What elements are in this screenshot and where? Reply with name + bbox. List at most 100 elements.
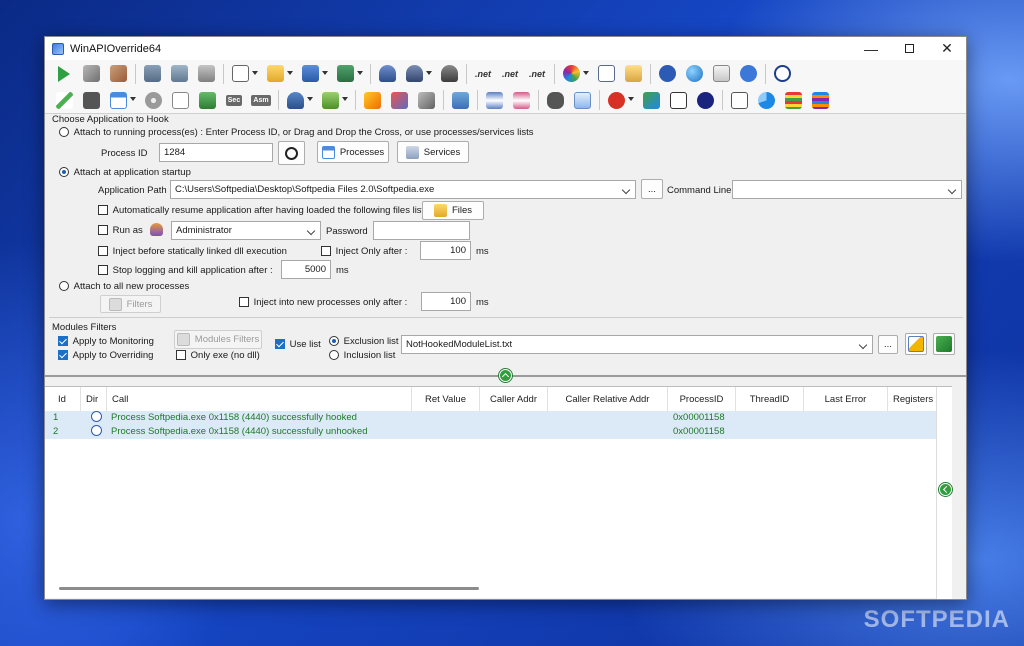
inject-new-only-after-checkbox[interactable] — [239, 297, 249, 308]
tree-button[interactable] — [196, 89, 218, 111]
moon-button[interactable] — [694, 89, 716, 111]
disk-button[interactable] — [142, 89, 164, 111]
people-button[interactable] — [284, 89, 313, 111]
files-button[interactable]: Files — [422, 201, 484, 220]
edit-button[interactable] — [622, 63, 644, 85]
column-header-thread-id[interactable]: ThreadID — [736, 387, 804, 411]
pie-button[interactable] — [755, 89, 777, 111]
monitor2-button[interactable] — [168, 63, 190, 85]
user-button[interactable] — [376, 63, 398, 85]
column-header-process-id[interactable]: ProcessID — [668, 387, 736, 411]
str-hex-button[interactable] — [640, 89, 662, 111]
cpp-button[interactable] — [667, 89, 689, 111]
attach-running-radio[interactable] — [59, 127, 69, 138]
horizontal-scrollbar[interactable] — [59, 587, 479, 590]
inclusion-list-option[interactable]: Inclusion list — [329, 350, 395, 361]
column-header-ret-value[interactable]: Ret Value — [412, 387, 480, 411]
bars2-button[interactable] — [809, 89, 831, 111]
process-id-field[interactable]: 1284 — [159, 143, 273, 162]
run-as-user-combo[interactable]: Administrator — [171, 221, 321, 240]
collapse-up-icon[interactable] — [499, 369, 512, 382]
auto-resume-checkbox[interactable] — [98, 205, 108, 216]
inclusion-list-radio[interactable] — [329, 350, 339, 361]
apply-overriding-checkbox[interactable] — [58, 350, 68, 361]
attach-all-option[interactable]: Attach to all new processes — [59, 281, 189, 292]
inject-new-only-after-field[interactable]: 100 — [421, 292, 471, 311]
maximize-button[interactable] — [890, 37, 928, 60]
filters-button[interactable]: Filters — [100, 295, 161, 313]
doc-button[interactable] — [571, 89, 593, 111]
services-button[interactable]: Services — [397, 141, 469, 163]
close-log-button[interactable] — [605, 89, 634, 111]
app-path-browse-button[interactable]: ... — [641, 179, 663, 199]
password-field[interactable] — [373, 221, 470, 240]
processes-button[interactable]: Processes — [317, 141, 389, 163]
start-button[interactable] — [53, 63, 75, 85]
cut-button[interactable] — [388, 89, 410, 111]
apply-overriding-option[interactable]: Apply to Overriding — [58, 350, 153, 361]
inject-only-after-checkbox[interactable] — [321, 246, 331, 257]
color-button[interactable] — [560, 63, 589, 85]
help-button[interactable] — [656, 63, 678, 85]
reload-list-button[interactable] — [933, 333, 955, 355]
save-button[interactable] — [299, 63, 328, 85]
drag-cross-button[interactable] — [278, 141, 305, 165]
column-header-registers-before[interactable]: Registers Befo — [888, 387, 936, 411]
file-button[interactable] — [169, 89, 191, 111]
wand-button[interactable] — [361, 89, 383, 111]
stop-logging-field[interactable]: 5000 — [281, 260, 331, 279]
column-header-id[interactable]: Id — [45, 387, 81, 411]
user3-button[interactable] — [438, 63, 460, 85]
attach-startup-radio[interactable] — [59, 167, 69, 178]
net-button-2[interactable]: .net — [499, 63, 521, 85]
close-window-button[interactable]: ✕ — [928, 37, 966, 60]
stop-logging-checkbox[interactable] — [98, 265, 108, 276]
mail-button[interactable] — [710, 63, 732, 85]
monitor-button[interactable] — [141, 63, 163, 85]
apply-monitoring-option[interactable]: Apply to Monitoring — [58, 336, 154, 347]
only-exe-checkbox[interactable] — [176, 350, 186, 361]
info-button[interactable] — [737, 63, 759, 85]
command-line-combo[interactable] — [732, 180, 962, 199]
exclusion-list-option[interactable]: Exclusion list — [329, 336, 399, 347]
column-header-dir[interactable]: Dir — [81, 387, 107, 411]
inject-new-only-after-option[interactable]: Inject into new processes only after : — [239, 297, 407, 308]
net-button[interactable]: .net — [472, 63, 494, 85]
run-as-option[interactable]: Run as — [98, 225, 143, 236]
stop-button[interactable] — [80, 63, 102, 85]
kill-button[interactable] — [107, 63, 129, 85]
user-settings-button[interactable] — [403, 63, 432, 85]
bars-button[interactable] — [782, 89, 804, 111]
asm-button[interactable]: Asm — [250, 89, 272, 111]
column-header-caller-addr[interactable]: Caller Addr — [480, 387, 548, 411]
run-as-checkbox[interactable] — [98, 225, 108, 236]
globe-button[interactable] — [683, 63, 705, 85]
window-button[interactable] — [107, 89, 136, 111]
only-exe-option[interactable]: Only exe (no dll) — [176, 350, 260, 361]
auto-resume-option[interactable]: Automatically resume application after h… — [98, 205, 424, 216]
column-header-last-error[interactable]: Last Error — [804, 387, 888, 411]
copy-button[interactable] — [449, 89, 471, 111]
use-list-option[interactable]: Use list — [275, 339, 321, 350]
cut2-button[interactable] — [415, 89, 437, 111]
use-list-checkbox[interactable] — [275, 339, 285, 350]
plugin-button[interactable] — [319, 89, 348, 111]
attach-running-option[interactable]: Attach to running process(es) : Enter Pr… — [59, 127, 534, 138]
binoculars-button[interactable] — [544, 89, 566, 111]
sec-button[interactable]: Sec — [223, 89, 245, 111]
exclusion-list-radio[interactable] — [329, 336, 339, 347]
inject-only-after-field[interactable]: 100 — [420, 241, 471, 260]
attach-all-radio[interactable] — [59, 281, 69, 292]
inject-before-option[interactable]: Inject before statically linked dll exec… — [98, 246, 287, 257]
apply-monitoring-checkbox[interactable] — [58, 336, 68, 347]
edit-list-button[interactable] — [905, 333, 927, 355]
attach-startup-option[interactable]: Attach at application startup — [59, 167, 191, 178]
modules-filters-button[interactable]: Modules Filters — [174, 330, 262, 349]
module-list-browse-button[interactable]: ... — [878, 335, 898, 354]
monitor3-button[interactable] — [195, 63, 217, 85]
stop-logging-option[interactable]: Stop logging and kill application after … — [98, 265, 273, 276]
table-row[interactable]: 2 Process Softpedia.exe 0x1158 (4440) su… — [45, 425, 950, 439]
pen-button[interactable] — [53, 89, 75, 111]
open-button[interactable] — [229, 63, 258, 85]
app-path-combo[interactable]: C:\Users\Softpedia\Desktop\Softpedia Fil… — [170, 180, 636, 199]
